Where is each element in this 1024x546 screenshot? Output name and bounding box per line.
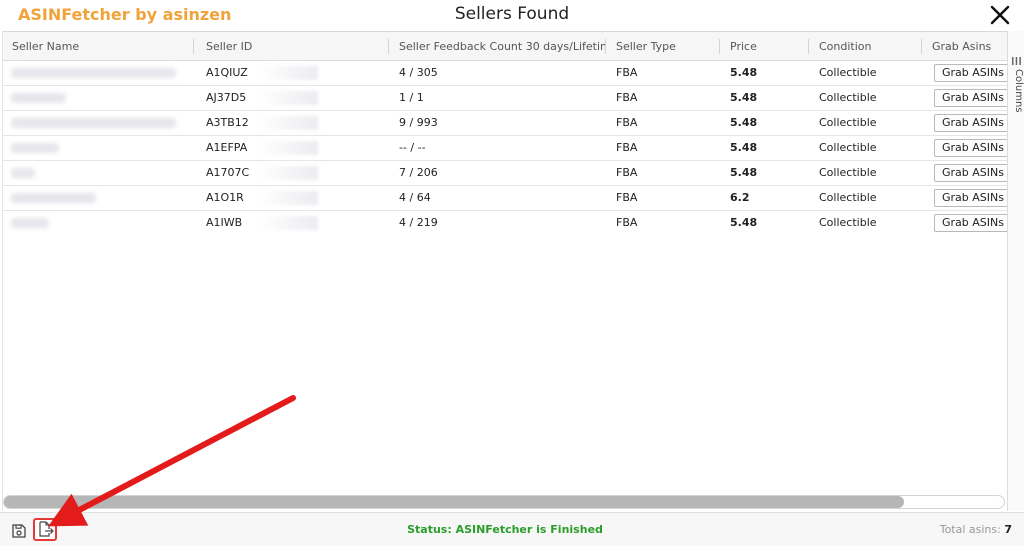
columns-panel-toggle[interactable]: Columns bbox=[1008, 53, 1024, 143]
column-resize-handle[interactable] bbox=[808, 39, 809, 54]
column-resize-handle[interactable] bbox=[921, 39, 922, 54]
status-message: Status: ASINFetcher is Finished bbox=[407, 523, 603, 536]
horizontal-scrollbar[interactable] bbox=[3, 495, 1005, 509]
grab-asins-button[interactable]: Grab ASINs fr bbox=[934, 164, 1007, 182]
feedback-cell: 9 / 993 bbox=[399, 116, 438, 129]
grab-asins-button[interactable]: Grab ASINs fr bbox=[934, 114, 1007, 132]
close-icon bbox=[990, 5, 1010, 25]
seller-name-redacted bbox=[11, 118, 176, 128]
seller-id-redacted bbox=[258, 66, 318, 80]
column-header-seller-type[interactable]: Seller Type bbox=[607, 32, 719, 61]
total-asins-label: Total asins: bbox=[939, 523, 1001, 536]
column-header-condition[interactable]: Condition bbox=[810, 32, 920, 61]
seller-name-redacted bbox=[11, 68, 176, 78]
seller-name-redacted bbox=[11, 93, 66, 103]
side-tool-panel: Columns bbox=[1007, 31, 1024, 511]
condition-cell: Collectible bbox=[819, 166, 877, 179]
seller-id-redacted bbox=[258, 116, 318, 130]
columns-icon bbox=[1012, 57, 1021, 65]
feedback-cell: 4 / 64 bbox=[399, 191, 431, 204]
price-cell: 5.48 bbox=[730, 66, 758, 79]
seller-id-redacted bbox=[258, 216, 318, 230]
table-row[interactable]: A1707C 7 / 206 FBA 5.48 Collectible Grab… bbox=[3, 161, 1007, 186]
grab-asins-button[interactable]: Grab ASINs fr bbox=[934, 64, 1007, 82]
condition-cell: Collectible bbox=[819, 116, 877, 129]
seller-type-cell: FBA bbox=[616, 91, 638, 104]
total-asins: Total asins: 7 bbox=[940, 523, 1012, 536]
seller-type-cell: FBA bbox=[616, 166, 638, 179]
seller-name-redacted bbox=[11, 218, 49, 228]
seller-id-redacted bbox=[258, 141, 318, 155]
column-header-seller-name[interactable]: Seller Name bbox=[3, 32, 193, 61]
seller-type-cell: FBA bbox=[616, 191, 638, 204]
column-header-price[interactable]: Price bbox=[721, 32, 807, 61]
feedback-cell: 4 / 219 bbox=[399, 216, 438, 229]
condition-cell: Collectible bbox=[819, 191, 877, 204]
seller-type-cell: FBA bbox=[616, 116, 638, 129]
column-header-seller-id[interactable]: Seller ID bbox=[197, 32, 387, 61]
seller-type-cell: FBA bbox=[616, 216, 638, 229]
table-row[interactable]: A1EFPA -- / -- FBA 5.48 Collectible Grab… bbox=[3, 136, 1007, 161]
price-cell: 5.48 bbox=[730, 216, 758, 229]
column-header-feedback[interactable]: Seller Feedback Count 30 days/Lifetime bbox=[390, 32, 605, 61]
price-cell: 5.48 bbox=[730, 116, 758, 129]
title-bar: ASINFetcher by asinzen Sellers Found bbox=[0, 0, 1024, 30]
seller-name-redacted bbox=[11, 143, 59, 153]
seller-name-redacted bbox=[11, 193, 96, 203]
total-asins-value: 7 bbox=[1004, 523, 1012, 536]
table-body: A1QIUZ 4 / 305 FBA 5.48 Collectible Grab… bbox=[3, 61, 1007, 233]
price-cell: 5.48 bbox=[730, 91, 758, 104]
close-button[interactable] bbox=[986, 2, 1014, 28]
table-row[interactable]: A1O1R 4 / 64 FBA 6.2 Collectible Grab AS… bbox=[3, 186, 1007, 211]
price-cell: 5.48 bbox=[730, 166, 758, 179]
scrollbar-thumb[interactable] bbox=[4, 496, 904, 508]
app-brand: ASINFetcher by asinzen bbox=[18, 5, 232, 24]
seller-name-redacted bbox=[11, 168, 35, 178]
seller-type-cell: FBA bbox=[616, 66, 638, 79]
column-resize-handle[interactable] bbox=[388, 39, 389, 54]
feedback-cell: 7 / 206 bbox=[399, 166, 438, 179]
column-resize-handle[interactable] bbox=[605, 39, 606, 54]
columns-label: Columns bbox=[1013, 69, 1024, 113]
seller-id-redacted bbox=[258, 191, 318, 205]
grab-asins-button[interactable]: Grab ASINs fr bbox=[934, 139, 1007, 157]
grab-asins-button[interactable]: Grab ASINs fr bbox=[934, 214, 1007, 232]
feedback-cell: 4 / 305 bbox=[399, 66, 438, 79]
column-resize-handle[interactable] bbox=[719, 39, 720, 54]
table-row[interactable]: AJ37D5 1 / 1 FBA 5.48 Collectible Grab A… bbox=[3, 86, 1007, 111]
table-row[interactable]: A1QIUZ 4 / 305 FBA 5.48 Collectible Grab… bbox=[3, 61, 1007, 86]
table-row[interactable]: A3TB12 9 / 993 FBA 5.48 Collectible Grab… bbox=[3, 111, 1007, 136]
table-header: Seller Name Seller ID Seller Feedback Co… bbox=[3, 32, 1007, 61]
condition-cell: Collectible bbox=[819, 91, 877, 104]
table-row[interactable]: A1IWB 4 / 219 FBA 5.48 Collectible Grab … bbox=[3, 211, 1007, 233]
column-resize-handle[interactable] bbox=[193, 39, 194, 54]
condition-cell: Collectible bbox=[819, 216, 877, 229]
price-cell: 5.48 bbox=[730, 141, 758, 154]
seller-id-redacted bbox=[258, 166, 318, 180]
column-header-grab-asins[interactable]: Grab Asins bbox=[923, 32, 1007, 61]
condition-cell: Collectible bbox=[819, 66, 877, 79]
grab-asins-button[interactable]: Grab ASINs fr bbox=[934, 189, 1007, 207]
seller-type-cell: FBA bbox=[616, 141, 638, 154]
condition-cell: Collectible bbox=[819, 141, 877, 154]
feedback-cell: -- / -- bbox=[399, 141, 426, 154]
price-cell: 6.2 bbox=[730, 191, 750, 204]
feedback-cell: 1 / 1 bbox=[399, 91, 424, 104]
seller-id-redacted bbox=[258, 91, 318, 105]
grab-asins-button[interactable]: Grab ASINs fr bbox=[934, 89, 1007, 107]
